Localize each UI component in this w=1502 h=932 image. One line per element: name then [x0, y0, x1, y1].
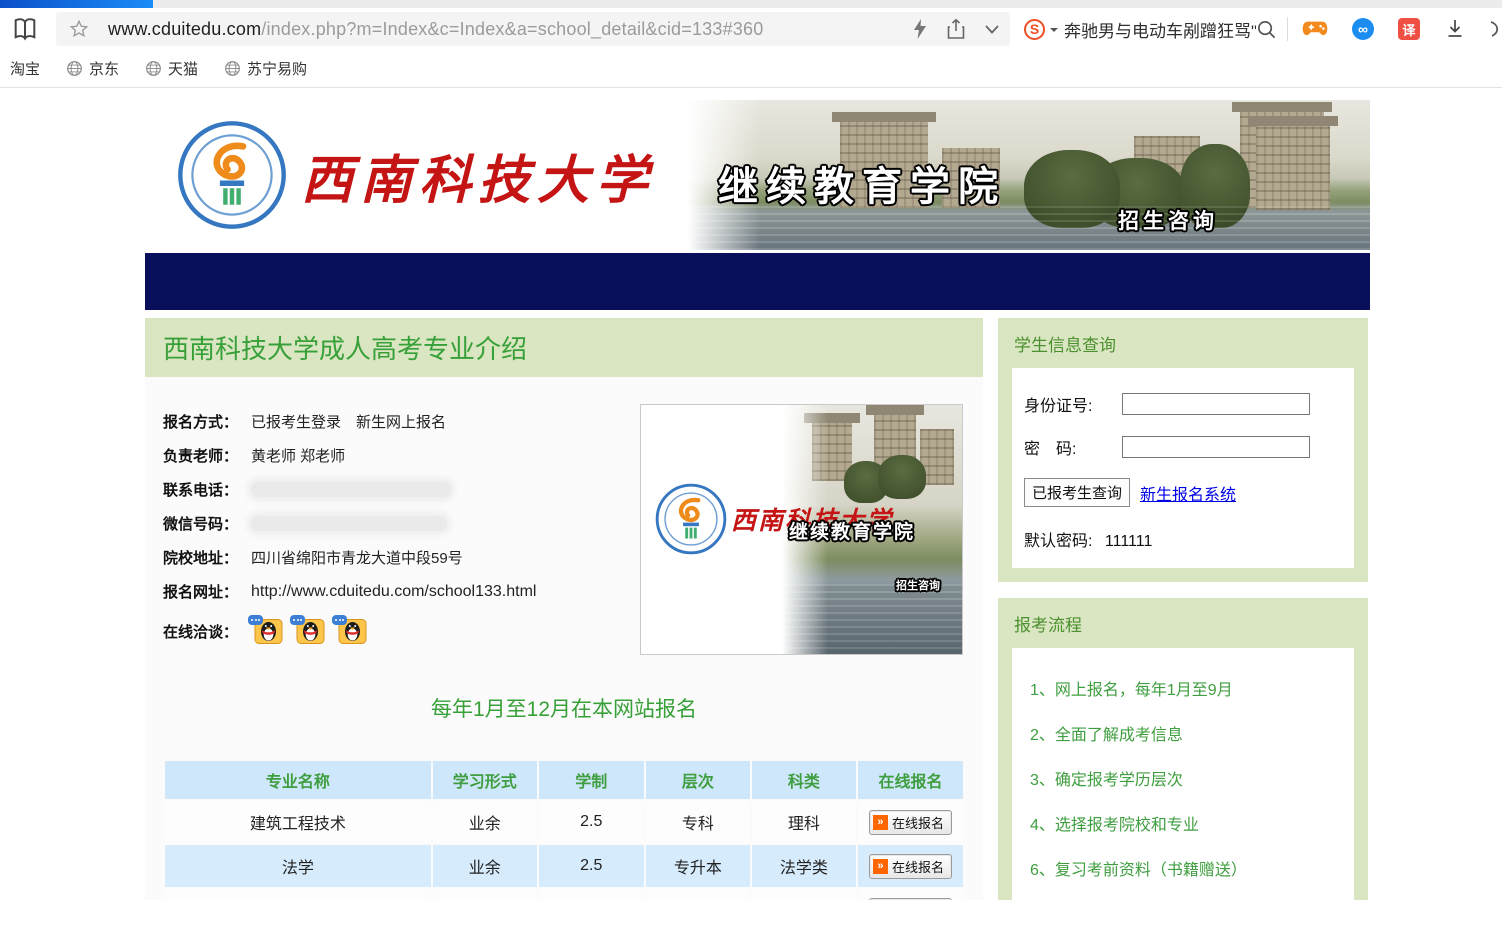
signup-url-value: http://www.cduitedu.com/school133.html [251, 583, 536, 601]
column-header: 专业名称 [165, 761, 431, 799]
download-icon[interactable] [1444, 18, 1466, 40]
page-title: 西南科技大学成人高考专业介绍 [145, 318, 983, 377]
signup-process-box: 报考流程 1、网上报名，每年1月至9月 2、全面了解成考信息 3、确定报考学历层次 4… [998, 598, 1368, 910]
bookmark-item[interactable]: 淘宝 [10, 58, 40, 79]
column-header: 在线报名 [858, 761, 963, 799]
qq-chat-list [251, 618, 367, 645]
process-step: 1、网上报名，每年1月至9月 [1030, 676, 1344, 700]
webpage-viewport: 西南科技大学 继续教育学院 招生咨询 西南科技大学成人高考 [0, 89, 1502, 932]
process-box-title: 报考流程 [1014, 611, 1354, 636]
column-header: 学习形式 [433, 761, 537, 799]
sogou-logo-icon[interactable]: S [1024, 19, 1045, 40]
browser-search-box[interactable]: S 奔驰男与电动车剐蹭狂骂"你 [1024, 17, 1277, 42]
main-nav-bar[interactable] [145, 253, 1370, 310]
translate-icon[interactable]: 译 [1398, 18, 1420, 40]
query-box-title: 学生信息查询 [1014, 331, 1354, 356]
screenshot-icon[interactable] [1490, 18, 1502, 40]
share-icon[interactable] [946, 18, 966, 40]
column-header: 学制 [539, 761, 644, 799]
qq-chat-icon[interactable] [335, 618, 367, 645]
site-banner: 西南科技大学 继续教育学院 招生咨询 [145, 100, 1370, 250]
field-label: 院校地址： [163, 547, 251, 568]
process-step: 4、选择报考院校和专业 [1030, 811, 1344, 835]
field-label: 联系电话： [163, 479, 251, 500]
school-detail-panel: 报名方式： 已报考生登录 新生网上报名 负责老师： 黄老师 郑老师 联系电话： [145, 377, 983, 932]
globe-icon [224, 60, 241, 77]
teachers-value: 黄老师 郑老师 [251, 445, 345, 466]
field-label: 报名网址： [163, 581, 251, 602]
university-logo-icon [177, 120, 287, 230]
new-student-signup-link[interactable]: 新生报名系统 [1140, 481, 1236, 505]
table-row: 法学业余2.5专升本法学类»在线报名 [165, 845, 963, 887]
redacted-wechat [251, 516, 447, 531]
registered-query-button[interactable]: 已报考生查询 [1024, 478, 1130, 507]
proxy-link-icon[interactable]: ∞ [1352, 18, 1374, 40]
field-label: 微信号码： [163, 513, 251, 534]
redacted-phone [251, 482, 451, 497]
url-text: www.cduitedu.com/index.php?m=Index&c=Ind… [108, 19, 904, 40]
university-logo-icon [655, 483, 727, 555]
page-load-progress [0, 0, 1502, 8]
student-query-box: 学生信息查询 身份证号: 密 码: 已报考生查询 新生报名系统 [998, 318, 1368, 582]
id-number-label: 身份证号: [1024, 392, 1122, 416]
signup-notice: 每年1月至12月在本网站报名 [163, 693, 965, 723]
enroll-online-button[interactable]: »在线报名 [869, 854, 952, 879]
banner-left: 西南科技大学 [145, 100, 680, 250]
reading-list-icon[interactable] [10, 15, 40, 43]
table-row: 建筑工程技术业余2.5专科理科»在线报名 [165, 801, 963, 843]
column-header: 层次 [646, 761, 750, 799]
hot-search-suggestion[interactable]: 奔驰男与电动车剐蹭狂骂"你 [1064, 17, 1256, 42]
bookmarks-bar: 淘宝 京东 天猫 苏宁易购 [0, 50, 1502, 88]
favorite-star-icon[interactable] [68, 18, 90, 40]
process-step: 2、全面了解成考信息 [1030, 721, 1344, 745]
quick-launch-icon[interactable] [912, 18, 928, 40]
university-name: 西南科技大学 [301, 138, 655, 213]
column-header: 科类 [752, 761, 856, 799]
search-engine-caret-icon[interactable] [1050, 28, 1058, 36]
field-label: 在线洽谈： [163, 621, 251, 642]
address-bar[interactable]: www.cduitedu.com/index.php?m=Index&c=Ind… [56, 12, 1010, 46]
password-input[interactable] [1122, 436, 1310, 458]
signup-links[interactable]: 已报考生登录 新生网上报名 [251, 411, 446, 432]
browser-toolbar: www.cduitedu.com/index.php?m=Index&c=Ind… [0, 8, 1502, 50]
search-icon[interactable] [1256, 19, 1277, 40]
address-value: 四川省绵阳市青龙大道中段59号 [251, 547, 463, 568]
qq-chat-icon[interactable] [251, 618, 283, 645]
enroll-online-button[interactable]: »在线报名 [869, 810, 952, 835]
college-name: 继续教育学院 [789, 517, 915, 544]
table-header-row: 专业名称学习形式学制层次科类在线报名 [165, 761, 963, 799]
field-label: 报名方式： [163, 411, 251, 432]
game-center-icon[interactable] [1302, 19, 1328, 39]
bookmark-item[interactable]: 天猫 [145, 58, 198, 79]
consult-label: 招生咨询 [896, 577, 940, 593]
password-label: 密 码: [1024, 435, 1122, 459]
field-label: 负责老师： [163, 445, 251, 466]
college-name: 继续教育学院 [718, 154, 1006, 212]
globe-icon [66, 60, 83, 77]
page-cutoff [0, 900, 1502, 932]
consult-label: 招生咨询 [1118, 205, 1218, 235]
school-banner-thumbnail: 西南科技大学 继续教育学院 招生咨询 [640, 404, 963, 655]
globe-icon [145, 60, 162, 77]
bookmark-item[interactable]: 苏宁易购 [224, 58, 307, 79]
id-number-input[interactable] [1122, 393, 1310, 415]
bookmark-item[interactable]: 京东 [66, 58, 119, 79]
default-password-note: 默认密码: 111111 [1024, 527, 1342, 551]
toolbar-divider [1287, 17, 1288, 41]
progress-fill [0, 0, 153, 8]
process-steps: 1、网上报名，每年1月至9月 2、全面了解成考信息 3、确定报考学历层次 4、选择报考… [1012, 648, 1354, 910]
process-step: 6、复习考前资料（书籍赠送） [1030, 856, 1344, 880]
campus-photo: 继续教育学院 招生咨询 [680, 100, 1370, 250]
qq-chat-icon[interactable] [293, 618, 325, 645]
chevron-down-icon[interactable] [984, 23, 1000, 35]
process-step: 3、确定报考学历层次 [1030, 766, 1344, 790]
